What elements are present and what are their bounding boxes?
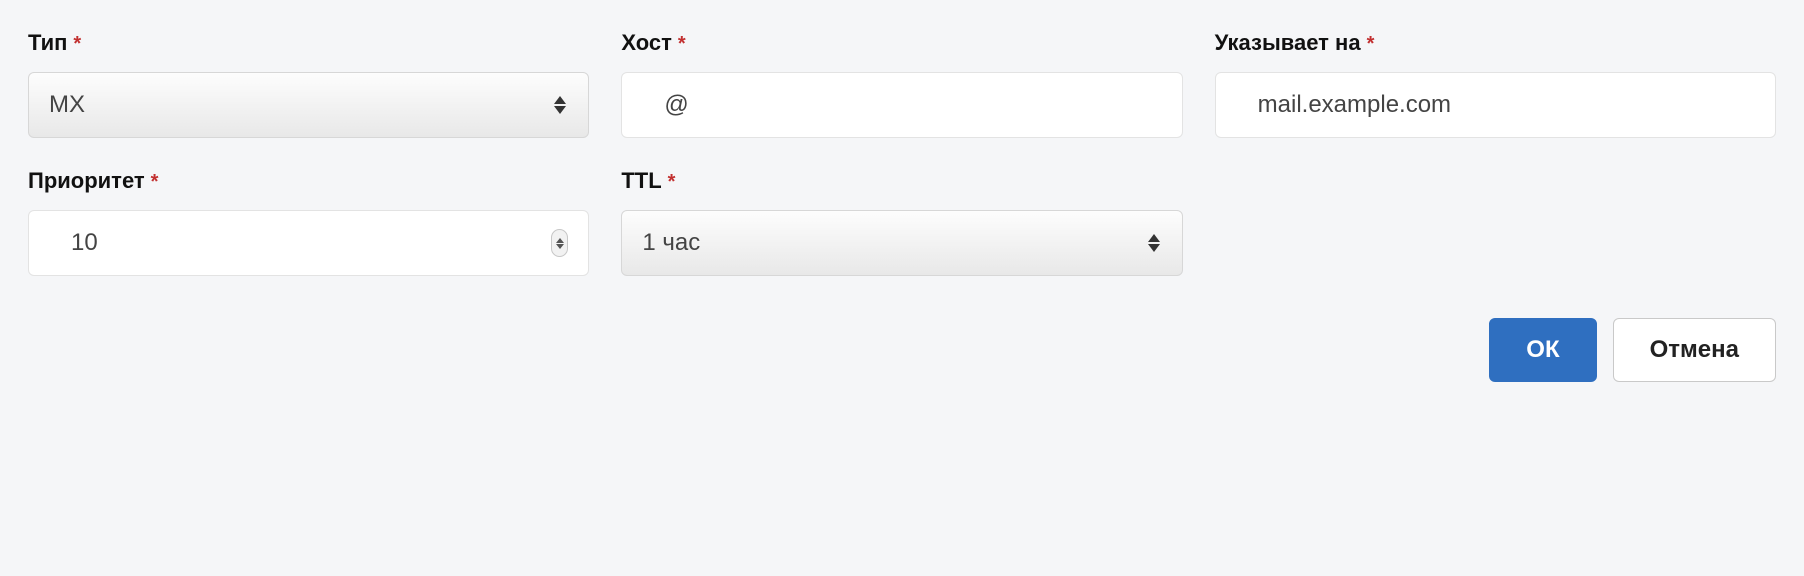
empty-cell: [1215, 168, 1776, 276]
field-priority: Приоритет *: [28, 168, 589, 276]
priority-input[interactable]: [49, 229, 551, 257]
required-star: *: [1367, 33, 1375, 56]
priority-input-wrap: [28, 210, 589, 276]
label-row-type: Тип *: [28, 30, 589, 56]
type-select[interactable]: MX: [28, 72, 589, 138]
label-priority: Приоритет: [28, 168, 145, 194]
required-star: *: [668, 171, 676, 194]
label-type: Тип: [28, 30, 67, 56]
required-star: *: [73, 33, 81, 56]
field-ttl: TTL * 1 час: [621, 168, 1182, 276]
ttl-select[interactable]: 1 час: [621, 210, 1182, 276]
points-input-wrap: [1215, 72, 1776, 138]
updown-icon: [552, 93, 568, 117]
host-input[interactable]: [642, 91, 1161, 119]
type-select-value: MX: [49, 91, 552, 119]
points-input[interactable]: [1236, 91, 1755, 119]
label-row-ttl: TTL *: [621, 168, 1182, 194]
label-host: Хост: [621, 30, 672, 56]
field-host: Хост *: [621, 30, 1182, 138]
stepper-icon[interactable]: [551, 229, 568, 257]
label-points: Указывает на: [1215, 30, 1361, 56]
label-ttl: TTL: [621, 168, 661, 194]
field-points-to: Указывает на *: [1215, 30, 1776, 138]
dns-record-form: Тип * MX Хост * Указывает на *: [28, 30, 1776, 276]
ttl-select-value: 1 час: [642, 229, 1145, 257]
label-row-priority: Приоритет *: [28, 168, 589, 194]
field-type: Тип * MX: [28, 30, 589, 138]
updown-icon: [1146, 231, 1162, 255]
ok-button[interactable]: ОК: [1489, 318, 1596, 382]
label-row-points: Указывает на *: [1215, 30, 1776, 56]
required-star: *: [678, 33, 686, 56]
button-row: ОК Отмена: [28, 318, 1776, 382]
cancel-button[interactable]: Отмена: [1613, 318, 1776, 382]
required-star: *: [151, 171, 159, 194]
host-input-wrap: [621, 72, 1182, 138]
label-row-host: Хост *: [621, 30, 1182, 56]
